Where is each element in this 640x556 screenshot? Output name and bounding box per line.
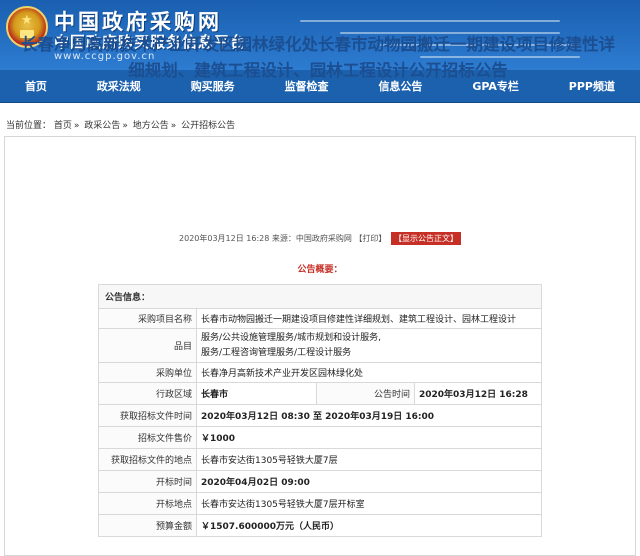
row-value: ￥1000 [196,426,542,449]
row-label: 开标地点 [98,492,197,515]
row-value: 2020年03月12日 08:30 至 2020年03月19日 16:00 [196,404,542,427]
row-value: 长春净月高新技术产业开发区园林绿化处 [196,362,542,383]
row-label: 预算金额 [98,514,197,537]
table-row: 获取招标文件时间 2020年03月12日 08:30 至 2020年03月19日… [98,404,542,427]
table-row: 开标时间 2020年04月02日 09:00 [98,470,542,493]
article-title: 长春净月高新技术产业开发区园林绿化处长春市动物园搬迁一期建设项目修建性详细规划、… [21,35,615,80]
row-label: 招标文件售价 [98,426,197,449]
article-meta: 2020年03月12日 16:28 来源：中国政府采购网 【打印】 【显示公告正… [0,232,640,245]
table-row: 开标地点 长春市安达街1305号轻铁大厦7层开标室 [98,492,542,515]
print-link[interactable]: 【打印】 [354,234,386,243]
row-value: 2020年03月12日 16:28 [414,382,542,405]
table-row: 获取招标文件的地点 长春市安达街1305号轻铁大厦7层 [98,448,542,471]
summary-heading: 公告概要： [297,265,343,275]
table-row: 行政区域 长春市 公告时间 2020年03月12日 16:28 [98,382,542,405]
row-value: 长春市动物园搬迁一期建设项目修建性详细规划、建筑工程设计、园林工程设计 [196,308,542,329]
row-value: 2020年04月02日 09:00 [196,470,542,493]
publish-date: 2020年03月12日 16:28 [179,234,270,243]
row-value: 服务/公共设施管理服务/城市规划和设计服务, 服务/工程咨询管理服务/工程设计服… [196,328,542,363]
breadcrumb-open-tender[interactable]: 公开招标公告 [181,121,235,131]
row-label: 获取招标文件时间 [98,404,197,427]
row-label: 品目 [98,328,197,363]
table-row: 品目 服务/公共设施管理服务/城市规划和设计服务, 服务/工程咨询管理服务/工程… [98,328,542,363]
table-row: 招标文件售价 ￥1000 [98,426,542,449]
breadcrumb-prefix: 当前位置： [6,121,52,131]
article-source: 来源：中国政府采购网 [271,234,352,243]
notice-info-table: 公告信息： 采购项目名称 长春市动物园搬迁一期建设项目修建性详细规划、建筑工程设… [98,284,542,537]
row-value: ￥1507.600000万元（人民币） [196,514,542,537]
header-decoration [300,20,560,22]
category-line: 服务/工程咨询管理服务/工程设计服务 [201,347,352,358]
row-label: 开标时间 [98,470,197,493]
table-row: 采购项目名称 长春市动物园搬迁一期建设项目修建性详细规划、建筑工程设计、园林工程… [98,308,542,329]
table-row: 预算金额 ￥1507.600000万元（人民币） [98,514,542,537]
breadcrumb-procurement-notices[interactable]: 政采公告 [84,121,120,131]
row-value: 长春市 [196,382,317,405]
show-full-notice-button[interactable]: 【显示公告正文】 [390,232,461,245]
category-line: 服务/公共设施管理服务/城市规划和设计服务, [201,332,381,343]
row-label: 获取招标文件的地点 [98,448,197,471]
row-value: 长春市安达街1305号轻铁大厦7层 [196,448,542,471]
breadcrumb: 当前位置： 首页» 政采公告» 地方公告» 公开招标公告 [6,121,236,131]
row-value: 长春市安达街1305号轻铁大厦7层开标室 [196,492,542,515]
breadcrumb-local-notices[interactable]: 地方公告 [133,121,169,131]
row-label: 采购项目名称 [98,308,197,329]
table-row: 采购单位 长春净月高新技术产业开发区园林绿化处 [98,362,542,383]
row-label: 行政区域 [98,382,197,405]
row-label: 采购单位 [98,362,197,383]
table-header: 公告信息： [98,284,542,309]
breadcrumb-home[interactable]: 首页 [54,121,72,131]
row-label: 公告时间 [316,382,415,405]
